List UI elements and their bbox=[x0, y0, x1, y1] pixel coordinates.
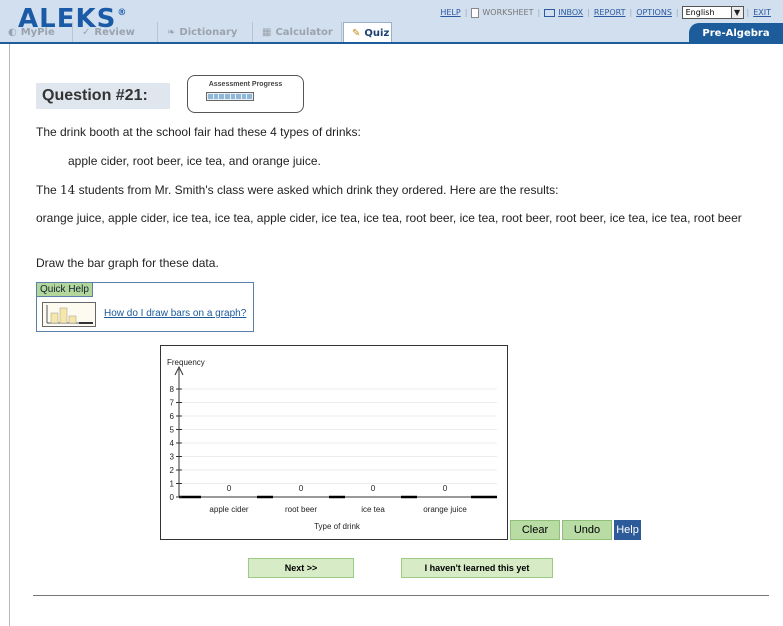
progress-segment bbox=[224, 94, 230, 99]
y-tick-label: 8 bbox=[170, 385, 175, 394]
report-link[interactable]: REPORT bbox=[590, 8, 630, 17]
clear-button[interactable]: Clear bbox=[510, 520, 560, 540]
quick-help-title: Quick Help bbox=[37, 283, 93, 297]
tab-bar: ◐ MyPie ✓ Review ❧ Dictionary ▦ Calculator ✎… bbox=[0, 22, 783, 43]
y-tick-label: 2 bbox=[170, 466, 175, 475]
progress-bar bbox=[206, 92, 254, 101]
tab-label: Calculator bbox=[275, 26, 333, 38]
progress-segment bbox=[213, 94, 219, 99]
progress-segment bbox=[236, 94, 241, 99]
worksheet-label: WORKSHEET bbox=[482, 8, 534, 17]
help-button[interactable]: Help bbox=[614, 520, 641, 540]
bar-value-label: 0 bbox=[371, 484, 376, 493]
statement-suffix: students from Mr. Smith's class were ask… bbox=[75, 183, 559, 197]
category-label: root beer bbox=[285, 505, 317, 514]
category-label: orange juice bbox=[423, 505, 467, 514]
bar-value-label: 0 bbox=[443, 484, 448, 493]
quick-help-panel: Quick Help How do I draw bars on a graph… bbox=[36, 282, 254, 332]
exit-link[interactable]: EXIT bbox=[749, 8, 775, 17]
bar-graph-editor[interactable]: Frequency 0 1 2 3 4 5 6 7 8 0 apple cider 0 root beer… bbox=[160, 345, 508, 540]
header-divider bbox=[0, 42, 783, 44]
quiz-icon: ✎ bbox=[352, 27, 361, 39]
dropdown-arrow-icon: ▼ bbox=[730, 7, 743, 18]
y-tick-label: 1 bbox=[170, 480, 175, 489]
havent-learned-button[interactable]: I haven't learned this yet bbox=[401, 558, 553, 578]
y-tick-label: 7 bbox=[170, 399, 175, 408]
tab-label: MyPie bbox=[20, 26, 55, 38]
question-title: Question #21: bbox=[36, 83, 170, 109]
language-value: English bbox=[685, 8, 715, 17]
course-badge: Pre-Algebra bbox=[689, 23, 783, 43]
worksheet-link[interactable]: WORKSHEET bbox=[467, 7, 537, 18]
drink-list: apple cider, root beer, ice tea, and ora… bbox=[68, 154, 321, 168]
survey-results: orange juice, apple cider, ice tea, ice … bbox=[36, 211, 742, 225]
tab-dictionary[interactable]: ❧ Dictionary bbox=[159, 22, 253, 42]
progress-segment bbox=[241, 94, 247, 99]
y-tick-label: 5 bbox=[170, 426, 175, 435]
envelope-icon bbox=[544, 8, 556, 17]
tab-review[interactable]: ✓ Review bbox=[74, 22, 158, 42]
progress-segment bbox=[230, 94, 236, 99]
book-icon: ❧ bbox=[167, 26, 176, 38]
category-label: ice tea bbox=[361, 505, 385, 514]
problem-intro: The drink booth at the school fair had t… bbox=[36, 125, 361, 139]
bottom-divider bbox=[33, 595, 769, 596]
y-tick-label: 6 bbox=[170, 412, 175, 421]
frame-border bbox=[9, 44, 10, 626]
next-button[interactable]: Next >> bbox=[248, 558, 354, 578]
assessment-progress: Assessment Progress bbox=[187, 75, 304, 113]
tab-mypie[interactable]: ◐ MyPie bbox=[0, 22, 73, 42]
bar-graph[interactable]: Frequency 0 1 2 3 4 5 6 7 8 0 apple cider 0 root beer… bbox=[161, 346, 507, 539]
tab-label: Review bbox=[94, 26, 135, 38]
tab-quiz[interactable]: ✎ Quiz bbox=[343, 22, 392, 43]
bar-graph-thumbnail-icon[interactable] bbox=[42, 302, 96, 327]
y-tick-label: 0 bbox=[170, 493, 175, 502]
registered-mark: ® bbox=[117, 8, 128, 18]
tab-label: Quiz bbox=[364, 27, 390, 39]
student-count: 14 bbox=[60, 183, 76, 197]
inbox-label: INBOX bbox=[558, 8, 584, 17]
document-icon bbox=[471, 7, 480, 18]
top-links: HELP | WORKSHEET | INBOX | REPORT | OPTI… bbox=[436, 6, 775, 19]
inbox-link[interactable]: INBOX bbox=[540, 8, 587, 17]
category-label: apple cider bbox=[209, 505, 248, 514]
y-tick-label: 3 bbox=[170, 453, 175, 462]
instruction: Draw the bar graph for these data. bbox=[36, 256, 219, 270]
calculator-icon: ▦ bbox=[262, 26, 272, 38]
x-axis-label: Type of drink bbox=[314, 522, 361, 531]
help-link[interactable]: HELP bbox=[436, 8, 464, 17]
language-select[interactable]: English ▼ bbox=[681, 6, 744, 19]
undo-button[interactable]: Undo bbox=[562, 520, 612, 540]
progress-segment bbox=[208, 94, 213, 99]
bar-value-label: 0 bbox=[227, 484, 232, 493]
y-tick-label: 4 bbox=[170, 439, 175, 448]
students-statement: The 14 students from Mr. Smith's class w… bbox=[36, 183, 558, 197]
tab-calculator[interactable]: ▦ Calculator bbox=[254, 22, 342, 42]
options-link[interactable]: OPTIONS bbox=[632, 8, 676, 17]
statement-prefix: The bbox=[36, 183, 61, 197]
pie-icon: ◐ bbox=[8, 26, 17, 38]
progress-label: Assessment Progress bbox=[208, 81, 283, 88]
tab-label: Dictionary bbox=[179, 26, 238, 38]
progress-segment bbox=[219, 94, 224, 99]
quick-help-link[interactable]: How do I draw bars on a graph? bbox=[104, 308, 246, 319]
progress-segment bbox=[247, 94, 252, 99]
bar-value-label: 0 bbox=[299, 484, 304, 493]
y-axis-label: Frequency bbox=[167, 358, 205, 367]
check-icon: ✓ bbox=[82, 26, 91, 38]
